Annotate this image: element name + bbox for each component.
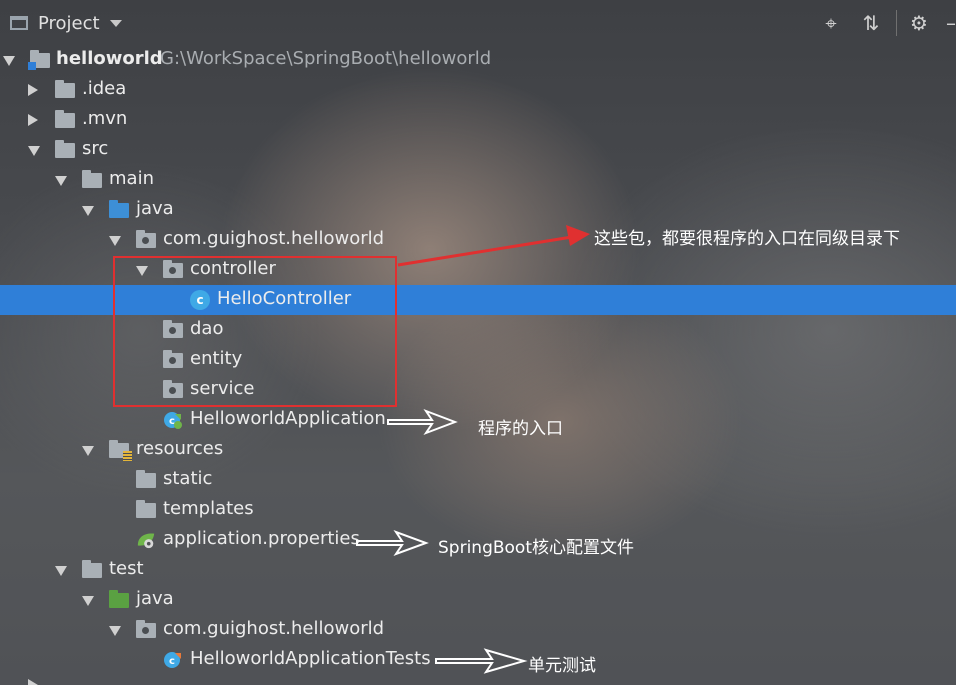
annotation-entry-note: 程序的入口 xyxy=(478,419,563,439)
annotation-test-note: 单元测试 xyxy=(528,656,596,676)
annotation-config-note: SpringBoot核心配置文件 xyxy=(438,538,634,558)
white-arrow-config xyxy=(356,530,429,556)
white-arrow-entry xyxy=(387,408,458,436)
annotation-packages-note: 这些包，都要很程序的入口在同级目录下 xyxy=(594,229,900,249)
red-arrow xyxy=(397,225,590,267)
white-arrow-test xyxy=(435,648,528,674)
annotation-arrows xyxy=(356,225,590,674)
